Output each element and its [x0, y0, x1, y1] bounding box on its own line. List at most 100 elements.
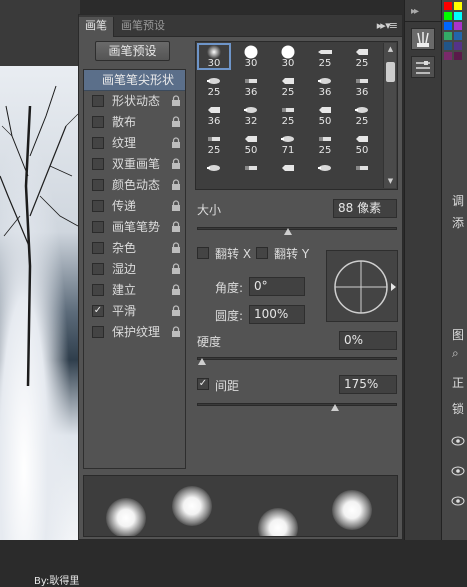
size-field[interactable]: 88 像素 — [333, 199, 397, 218]
brush-setting-checkbox[interactable] — [92, 179, 104, 191]
brush-setting-item[interactable]: 画笔笔势 — [84, 217, 185, 238]
brush-tip[interactable] — [272, 160, 304, 185]
lock-icon[interactable] — [171, 263, 181, 275]
brush-tip[interactable]: 25 — [346, 44, 378, 69]
brush-setting-checkbox[interactable] — [92, 326, 104, 338]
swatch[interactable] — [454, 22, 462, 30]
brush-setting-item[interactable]: 保护纹理 — [84, 322, 185, 343]
lock-icon[interactable] — [171, 179, 181, 191]
swatch[interactable] — [454, 12, 462, 20]
swatch[interactable] — [444, 52, 452, 60]
brush-grid-scrollbar[interactable]: ▲ ▼ — [383, 43, 396, 188]
brush-tip[interactable]: 50 — [235, 131, 267, 156]
swatch[interactable] — [444, 12, 452, 20]
layers-tab[interactable]: 图 — [452, 326, 464, 343]
brush-tip[interactable]: 25 — [198, 73, 230, 98]
brush-setting-item[interactable]: 散布 — [84, 112, 185, 133]
brush-setting-checkbox[interactable] — [92, 263, 104, 275]
angle-field[interactable]: 0° — [249, 277, 305, 296]
size-slider-knob[interactable] — [284, 228, 292, 235]
brush-setting-item[interactable]: 双重画笔 — [84, 154, 185, 175]
brush-tip[interactable]: 36 — [198, 102, 230, 127]
lock-icon[interactable] — [171, 284, 181, 296]
roundness-field[interactable]: 100% — [249, 305, 305, 324]
brush-setting-checkbox[interactable]: ✓ — [92, 305, 104, 317]
tab-brush[interactable]: 画笔 — [79, 17, 114, 37]
brush-tip[interactable]: 25 — [198, 131, 230, 156]
swatch[interactable] — [444, 2, 452, 10]
brush-tip[interactable]: 32 — [235, 102, 267, 127]
brush-setting-item[interactable]: 画笔笔尖形状 — [84, 70, 185, 91]
brush-presets-icon[interactable] — [411, 56, 435, 78]
panel-menu-icon[interactable]: ▸▸ ▾≡ — [377, 19, 398, 32]
brush-setting-item[interactable]: 纹理 — [84, 133, 185, 154]
brush-tip[interactable]: 25 — [272, 102, 304, 127]
lock-icon[interactable] — [171, 326, 181, 338]
brush-setting-checkbox[interactable] — [92, 284, 104, 296]
brush-tip[interactable]: 25 — [309, 131, 341, 156]
brush-tip[interactable]: 25 — [272, 73, 304, 98]
swatch[interactable] — [454, 52, 462, 60]
brush-setting-checkbox[interactable] — [92, 116, 104, 128]
lock-icon[interactable] — [171, 305, 181, 317]
brush-setting-item[interactable]: 形状动态 — [84, 91, 185, 112]
lock-icon[interactable] — [171, 221, 181, 233]
blend-mode-select[interactable]: 正 — [452, 374, 464, 391]
brush-setting-item[interactable]: 湿边 — [84, 259, 185, 280]
hardness-slider[interactable] — [197, 357, 397, 365]
lock-icon[interactable] — [171, 116, 181, 128]
lock-icon[interactable] — [171, 137, 181, 149]
brush-tip[interactable]: 30 — [235, 44, 267, 69]
lock-icon[interactable] — [171, 158, 181, 170]
swatch[interactable] — [444, 22, 452, 30]
scroll-up-icon[interactable]: ▲ — [386, 45, 395, 54]
lock-icon[interactable] — [171, 95, 181, 107]
size-slider[interactable] — [197, 227, 397, 235]
brush-panel-icon[interactable] — [411, 28, 435, 50]
layer-visibility-eye-icon[interactable] — [451, 466, 465, 476]
brush-tip[interactable]: 50 — [309, 102, 341, 127]
brush-setting-checkbox[interactable] — [92, 137, 104, 149]
brush-tip[interactable] — [198, 160, 230, 185]
swatch[interactable] — [444, 32, 452, 40]
brush-tip[interactable] — [235, 160, 267, 185]
flip-x-checkbox[interactable] — [197, 247, 209, 259]
brush-setting-checkbox[interactable] — [92, 221, 104, 233]
brush-setting-item[interactable]: 颜色动态 — [84, 175, 185, 196]
brush-tip[interactable]: 25 — [346, 102, 378, 127]
brush-tip[interactable]: 36 — [235, 73, 267, 98]
brush-setting-checkbox[interactable] — [92, 200, 104, 212]
brush-setting-item[interactable]: 建立 — [84, 280, 185, 301]
tab-brush-presets[interactable]: 画笔预设 — [115, 17, 171, 37]
hardness-slider-knob[interactable] — [198, 358, 206, 365]
layer-visibility-eye-icon[interactable] — [451, 436, 465, 446]
brush-tip[interactable]: 50 — [346, 131, 378, 156]
lock-icon[interactable] — [171, 200, 181, 212]
brush-tip[interactable]: 25 — [309, 44, 341, 69]
flip-y-checkbox[interactable] — [256, 247, 268, 259]
scroll-down-icon[interactable]: ▼ — [386, 177, 395, 186]
brush-setting-checkbox[interactable] — [92, 95, 104, 107]
layer-visibility-eye-icon[interactable] — [451, 496, 465, 506]
brush-setting-checkbox[interactable] — [92, 242, 104, 254]
brush-tip[interactable]: 71 — [272, 131, 304, 156]
swatch[interactable] — [454, 2, 462, 10]
spacing-slider-knob[interactable] — [331, 404, 339, 411]
brush-tip[interactable] — [346, 160, 378, 185]
spacing-checkbox[interactable]: ✓ — [197, 378, 209, 390]
lock-icon[interactable] — [171, 242, 181, 254]
spacing-slider[interactable] — [197, 403, 397, 411]
brush-setting-item[interactable]: 杂色 — [84, 238, 185, 259]
swatch[interactable] — [454, 32, 462, 40]
brush-tip[interactable]: 30 — [197, 43, 231, 70]
search-icon[interactable]: ⌕ — [452, 346, 459, 361]
swatch[interactable] — [444, 42, 452, 50]
dock-grip-icon[interactable]: ▸▸ — [411, 6, 419, 17]
adjustments-tab[interactable]: 调 — [452, 192, 464, 209]
brush-tip[interactable]: 36 — [346, 73, 378, 98]
brush-setting-item[interactable]: ✓ 平滑 — [84, 301, 185, 322]
brush-tip[interactable]: 30 — [272, 44, 304, 69]
brush-presets-button[interactable]: 画笔预设 — [95, 41, 170, 61]
angle-roundness-widget[interactable] — [326, 250, 398, 322]
swatch[interactable] — [454, 42, 462, 50]
